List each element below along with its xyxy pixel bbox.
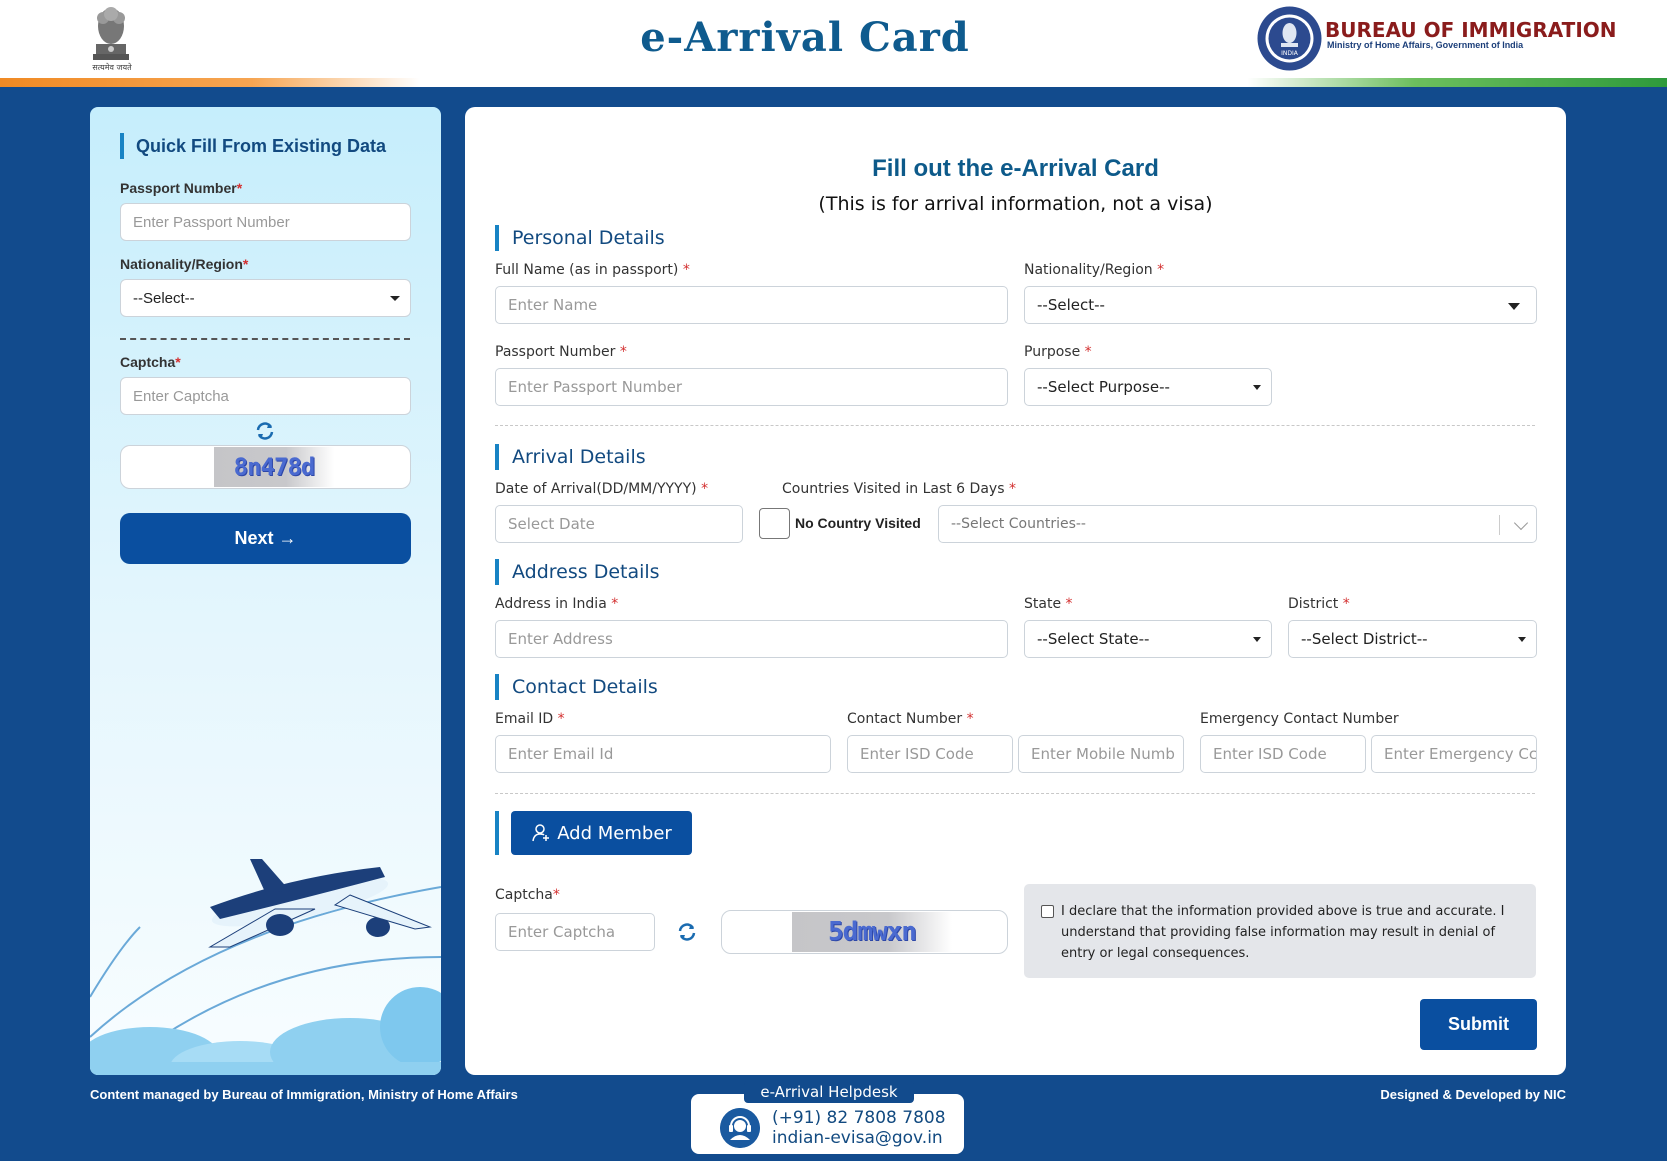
qf-captcha-display: 8n478d (120, 445, 411, 489)
headset-support-icon (720, 1108, 760, 1148)
chevron-down-icon (1508, 303, 1520, 310)
arrival-date-label: Date of Arrival(DD/MM/YYYY) * (495, 481, 709, 497)
submit-button[interactable]: Submit (1420, 999, 1537, 1050)
green-strip (1247, 78, 1667, 87)
qf-captcha-image: 8n478d (214, 447, 334, 487)
footer-developer-credit: Designed & Developed by NIC (1380, 1087, 1566, 1102)
nationality-label: Nationality/Region * (1024, 262, 1165, 278)
chevron-down-icon (390, 296, 400, 301)
add-user-icon (532, 824, 550, 842)
qf-captcha-label: Captcha* (120, 354, 181, 370)
passport-label: Passport Number * (495, 344, 627, 360)
qf-nationality-select[interactable]: --Select-- (120, 279, 411, 317)
passport-input[interactable]: Enter Passport Number (495, 368, 1008, 406)
site-header: सत्यमेव जयते e-Arrival Card INDIA BUREAU… (0, 0, 1667, 87)
quick-fill-title: Quick Fill From Existing Data (120, 133, 386, 159)
declaration-checkbox[interactable] (1041, 905, 1054, 918)
contact-details-heading: Contact Details (495, 674, 658, 700)
no-country-checkbox[interactable] (759, 508, 790, 539)
district-label: District * (1288, 596, 1350, 612)
district-select[interactable]: --Select District-- (1288, 620, 1537, 658)
countries-visited-label: Countries Visited in Last 6 Days * (782, 481, 1016, 497)
arrival-details-heading: Arrival Details (495, 444, 646, 470)
personal-details-heading: Personal Details (495, 225, 665, 251)
countries-multiselect[interactable]: --Select Countries-- (938, 505, 1537, 543)
captcha-display: 5dmwxn (721, 910, 1008, 954)
contact-number-label: Contact Number * (847, 711, 974, 727)
refresh-captcha-icon[interactable] (254, 420, 276, 442)
seal-text: INDIA (1281, 50, 1299, 57)
qf-passport-label: Passport Number* (120, 180, 243, 196)
chevron-down-icon (1513, 515, 1529, 531)
captcha-image: 5dmwxn (792, 912, 952, 952)
select-divider (1499, 515, 1500, 535)
chevron-down-icon (1518, 637, 1526, 642)
address-label: Address in India * (495, 596, 619, 612)
emergency-contact-label: Emergency Contact Number (1200, 711, 1399, 727)
state-select[interactable]: --Select State-- (1024, 620, 1272, 658)
mobile-number-input[interactable]: Enter Mobile Numb (1018, 735, 1184, 773)
add-member-button[interactable]: Add Member (511, 811, 692, 855)
email-input[interactable]: Enter Email Id (495, 735, 831, 773)
bureau-seal-icon: INDIA (1257, 6, 1322, 71)
org-subtitle: Ministry of Home Affairs, Government of … (1327, 40, 1524, 50)
org-name: BUREAU OF IMMIGRATION (1325, 18, 1617, 42)
emergency-isd-input[interactable]: Enter ISD Code (1200, 735, 1366, 773)
no-country-label: No Country Visited (795, 515, 921, 531)
isd-code-input[interactable]: Enter ISD Code (847, 735, 1013, 773)
page-title: e-Arrival Card (640, 14, 970, 61)
address-input[interactable]: Enter Address (495, 620, 1008, 658)
next-button[interactable]: Next → (120, 513, 411, 564)
footer-content-credit: Content managed by Bureau of Immigration… (90, 1087, 518, 1102)
form-title: Fill out the e-Arrival Card (872, 155, 1159, 182)
qf-passport-input[interactable]: Enter Passport Number (120, 203, 411, 241)
saffron-strip (0, 78, 420, 87)
qf-nationality-label: Nationality/Region* (120, 256, 249, 272)
chevron-down-icon (1253, 637, 1261, 642)
state-label: State * (1024, 596, 1073, 612)
captcha-label: Captcha* (495, 887, 560, 903)
declaration-box: I declare that the information provided … (1024, 884, 1536, 978)
section-divider (495, 793, 1535, 794)
nationality-select[interactable]: --Select-- (1024, 286, 1537, 324)
declaration-text: I declare that the information provided … (1061, 904, 1505, 961)
emergency-number-input[interactable]: Enter Emergency Cc (1371, 735, 1537, 773)
helpdesk-email[interactable]: indian-evisa@gov.in (772, 1128, 943, 1148)
chevron-down-icon (1253, 385, 1261, 390)
arrival-form-panel: Fill out the e-Arrival Card (This is for… (465, 107, 1566, 1075)
add-member-accent (495, 811, 499, 855)
arrival-date-input[interactable]: Select Date (495, 505, 743, 543)
form-subtitle: (This is for arrival information, not a … (818, 193, 1213, 215)
emblem-caption: सत्यमेव जयते (92, 63, 132, 72)
add-member-label: Add Member (557, 822, 672, 844)
full-name-input[interactable]: Enter Name (495, 286, 1008, 324)
airplane-illustration-icon (90, 859, 441, 1075)
qf-captcha-input[interactable]: Enter Captcha (120, 377, 411, 415)
refresh-captcha-icon[interactable] (676, 921, 698, 943)
purpose-select[interactable]: --Select Purpose-- (1024, 368, 1272, 406)
address-details-heading: Address Details (495, 559, 660, 585)
purpose-label: Purpose * (1024, 344, 1092, 360)
helpdesk-title: e-Arrival Helpdesk (744, 1081, 914, 1103)
email-label: Email ID * (495, 711, 565, 727)
section-divider (495, 425, 1535, 426)
divider (120, 338, 410, 340)
quick-fill-panel: Quick Fill From Existing Data Passport N… (90, 107, 441, 1075)
full-name-label: Full Name (as in passport) * (495, 262, 690, 278)
helpdesk-phone[interactable]: (+91) 82 7808 7808 (772, 1108, 946, 1128)
captcha-input[interactable]: Enter Captcha (495, 913, 655, 951)
